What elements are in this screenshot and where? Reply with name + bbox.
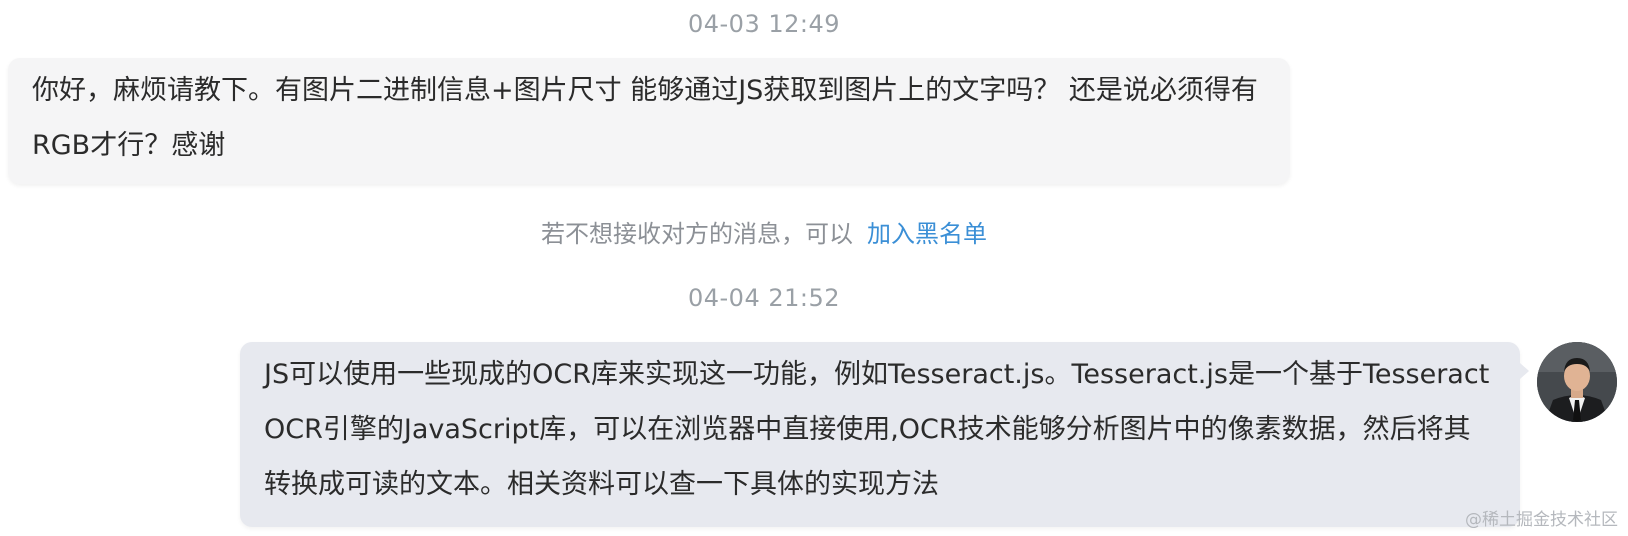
user-avatar-photo-icon xyxy=(1537,342,1617,422)
message-timestamp: 04-04 21:52 xyxy=(687,284,841,312)
incoming-message-bubble: 你好，麻烦请教下。有图片二进制信息+图片尺寸 能够通过JS获取到图片上的文字吗？… xyxy=(8,58,1290,184)
outgoing-message-bubble: JS可以使用一些现成的OCR库来实现这一功能，例如Tesseract.js。Te… xyxy=(240,342,1520,527)
watermark: @稀土掘金技术社区 xyxy=(1465,510,1618,530)
user-avatar[interactable] xyxy=(1537,342,1617,422)
block-notice: 若不想接收对方的消息，可以 加入黑名单 xyxy=(0,214,1528,249)
add-to-blacklist-link[interactable]: 加入黑名单 xyxy=(867,220,987,248)
message-timestamp: 04-03 12:49 xyxy=(687,10,841,38)
bubble-tail xyxy=(1520,363,1529,379)
block-notice-text: 若不想接收对方的消息，可以 xyxy=(541,220,853,248)
